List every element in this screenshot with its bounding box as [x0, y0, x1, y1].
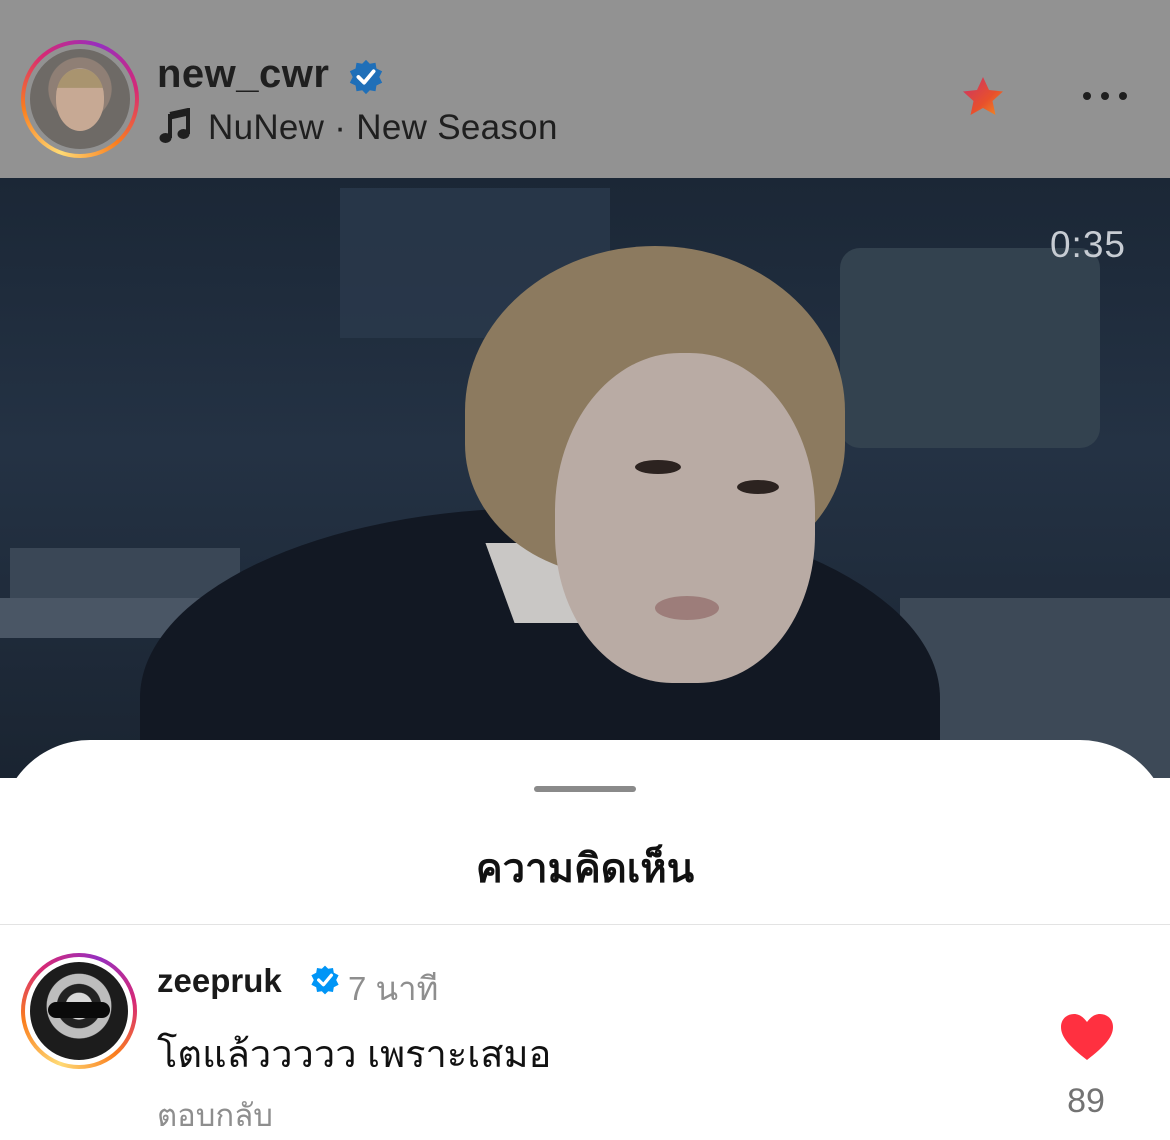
- more-options-icon[interactable]: [1080, 86, 1130, 106]
- heart-icon[interactable]: [1059, 1012, 1115, 1062]
- comment-time: 7 นาที: [348, 970, 439, 1007]
- person-eye: [635, 460, 681, 474]
- avatar-photo: [56, 69, 104, 131]
- commenter-username[interactable]: zeepruk: [157, 962, 282, 1000]
- comments-sheet: ความคิดเห็น zeepruk 7 นาที โตแล้ววววว เพ…: [0, 740, 1170, 1140]
- star-icon[interactable]: [958, 73, 1008, 123]
- avatar[interactable]: [25, 44, 135, 154]
- person-face: [555, 353, 815, 683]
- like-count: 89: [1067, 1082, 1105, 1120]
- music-note-icon: [159, 108, 190, 143]
- verified-badge-icon: [311, 965, 339, 995]
- story-ring[interactable]: [21, 40, 139, 158]
- divider: [0, 924, 1170, 925]
- post-username[interactable]: new_cwr: [157, 52, 329, 97]
- verified-badge-icon: [349, 59, 383, 95]
- video-timestamp: 0:35: [1049, 224, 1126, 265]
- comment-text: โตแล้ววววว เพราะเสมอ: [157, 1034, 552, 1076]
- commenter-avatar[interactable]: [25, 957, 133, 1065]
- video-player[interactable]: 0:35: [0, 178, 1170, 778]
- background-object: [840, 248, 1100, 448]
- sheet-title: ความคิดเห็น: [475, 847, 695, 891]
- person-lips: [655, 596, 719, 620]
- commenter-story-ring[interactable]: [21, 953, 137, 1069]
- reply-button[interactable]: ตอบกลับ: [157, 1090, 273, 1140]
- sheet-grabber[interactable]: [534, 786, 636, 792]
- song-info[interactable]: NuNew · New Season: [208, 108, 558, 148]
- post-header: new_cwr NuNew · New Season: [0, 0, 1170, 178]
- person-eye: [737, 480, 779, 494]
- avatar-photo: [48, 1002, 110, 1018]
